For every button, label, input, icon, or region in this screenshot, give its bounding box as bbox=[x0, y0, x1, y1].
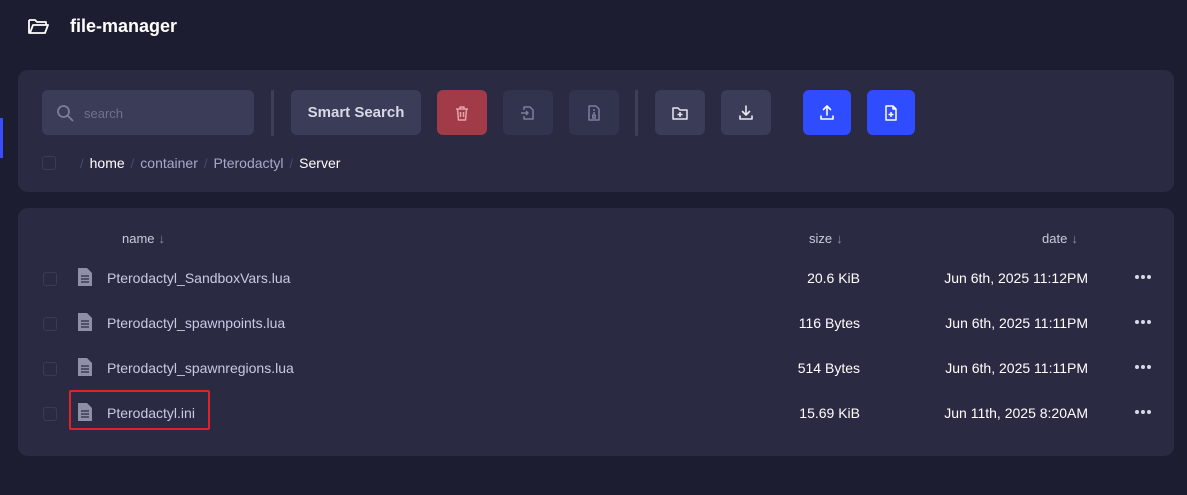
file-date: Jun 6th, 2025 11:12PM bbox=[944, 270, 1088, 286]
row-checkbox[interactable] bbox=[43, 407, 57, 421]
row-checkbox[interactable] bbox=[43, 272, 57, 286]
file-list-card: name ↓ size ↓ date ↓ Pterodactyl_SandboxVar… bbox=[18, 208, 1174, 456]
column-header-size-label: size bbox=[809, 231, 833, 246]
new-folder-button[interactable] bbox=[655, 90, 705, 135]
more-horizontal-icon[interactable] bbox=[1135, 272, 1153, 282]
move-button[interactable] bbox=[503, 90, 553, 135]
folder-plus-icon bbox=[672, 106, 688, 120]
file-icon bbox=[78, 268, 92, 286]
new-file-button[interactable] bbox=[867, 90, 915, 135]
breadcrumb-home[interactable]: home bbox=[90, 155, 125, 171]
column-header-date-label: date bbox=[1042, 231, 1068, 246]
search-box[interactable] bbox=[42, 90, 254, 135]
file-icon bbox=[78, 358, 92, 376]
column-header-size[interactable]: size ↓ bbox=[809, 231, 843, 246]
file-date: Jun 6th, 2025 11:11PM bbox=[945, 360, 1088, 376]
sort-arrow-icon: ↓ bbox=[836, 231, 843, 246]
file-size: 20.6 KiB bbox=[807, 270, 860, 286]
file-date: Jun 11th, 2025 8:20AM bbox=[944, 405, 1088, 421]
breadcrumb-container[interactable]: container bbox=[140, 155, 198, 171]
breadcrumb-pterodactyl[interactable]: Pterodactyl bbox=[214, 155, 284, 171]
move-file-icon bbox=[521, 105, 534, 120]
file-size: 15.69 KiB bbox=[799, 405, 860, 421]
toolbar-card: Smart Search / home bbox=[18, 70, 1174, 192]
breadcrumb-separator: / bbox=[130, 155, 135, 171]
breadcrumb-separator: / bbox=[289, 155, 294, 171]
file-date: Jun 6th, 2025 11:11PM bbox=[945, 315, 1088, 331]
delete-button[interactable] bbox=[437, 90, 487, 135]
breadcrumb-separator: / bbox=[203, 155, 208, 171]
left-accent-bar bbox=[0, 118, 3, 158]
file-name[interactable]: Pterodactyl_SandboxVars.lua bbox=[107, 270, 290, 286]
download-button[interactable] bbox=[721, 90, 771, 135]
file-size: 514 Bytes bbox=[797, 360, 860, 376]
breadcrumb-current: Server bbox=[299, 155, 341, 171]
search-icon bbox=[57, 105, 74, 122]
download-icon bbox=[739, 104, 753, 120]
file-name[interactable]: Pterodactyl_spawnregions.lua bbox=[107, 360, 294, 376]
page-title: file-manager bbox=[70, 16, 178, 36]
toolbar-divider bbox=[635, 90, 638, 136]
archive-icon bbox=[588, 104, 600, 121]
file-plus-icon bbox=[885, 104, 897, 121]
app-header: file-manager bbox=[0, 0, 1187, 55]
compress-button[interactable] bbox=[569, 90, 619, 135]
file-row[interactable]: Pterodactyl_SandboxVars.lua 20.6 KiB Jun… bbox=[18, 256, 1174, 300]
file-name[interactable]: Pterodactyl_spawnpoints.lua bbox=[107, 315, 285, 331]
sort-arrow-icon: ↓ bbox=[158, 231, 166, 246]
row-checkbox[interactable] bbox=[43, 317, 57, 331]
breadcrumb-separator: / bbox=[80, 155, 84, 171]
breadcrumb: / home / container / Pterodactyl / Serve… bbox=[42, 153, 340, 173]
toolbar-divider bbox=[271, 90, 274, 136]
file-row[interactable]: Pterodactyl_spawnregions.lua 514 Bytes J… bbox=[18, 346, 1174, 390]
more-horizontal-icon[interactable] bbox=[1135, 407, 1153, 417]
search-input[interactable] bbox=[82, 102, 246, 124]
sort-arrow-icon: ↓ bbox=[1071, 231, 1078, 246]
column-header-date[interactable]: date ↓ bbox=[1042, 231, 1078, 246]
more-horizontal-icon[interactable] bbox=[1135, 362, 1153, 372]
file-row[interactable]: Pterodactyl_spawnpoints.lua 116 Bytes Ju… bbox=[18, 301, 1174, 345]
upload-button[interactable] bbox=[803, 90, 851, 135]
folder-icon bbox=[28, 19, 49, 34]
smart-search-button[interactable]: Smart Search bbox=[291, 90, 421, 135]
highlight-box bbox=[69, 390, 210, 430]
row-checkbox[interactable] bbox=[43, 362, 57, 376]
select-all-checkbox[interactable] bbox=[42, 156, 56, 170]
file-size: 116 Bytes bbox=[798, 315, 860, 331]
upload-icon bbox=[820, 104, 834, 120]
column-header-name-label: name bbox=[122, 231, 155, 246]
file-icon bbox=[78, 313, 92, 331]
more-horizontal-icon[interactable] bbox=[1135, 317, 1153, 327]
trash-icon bbox=[456, 105, 468, 121]
column-header-name[interactable]: name ↓ bbox=[122, 231, 165, 246]
